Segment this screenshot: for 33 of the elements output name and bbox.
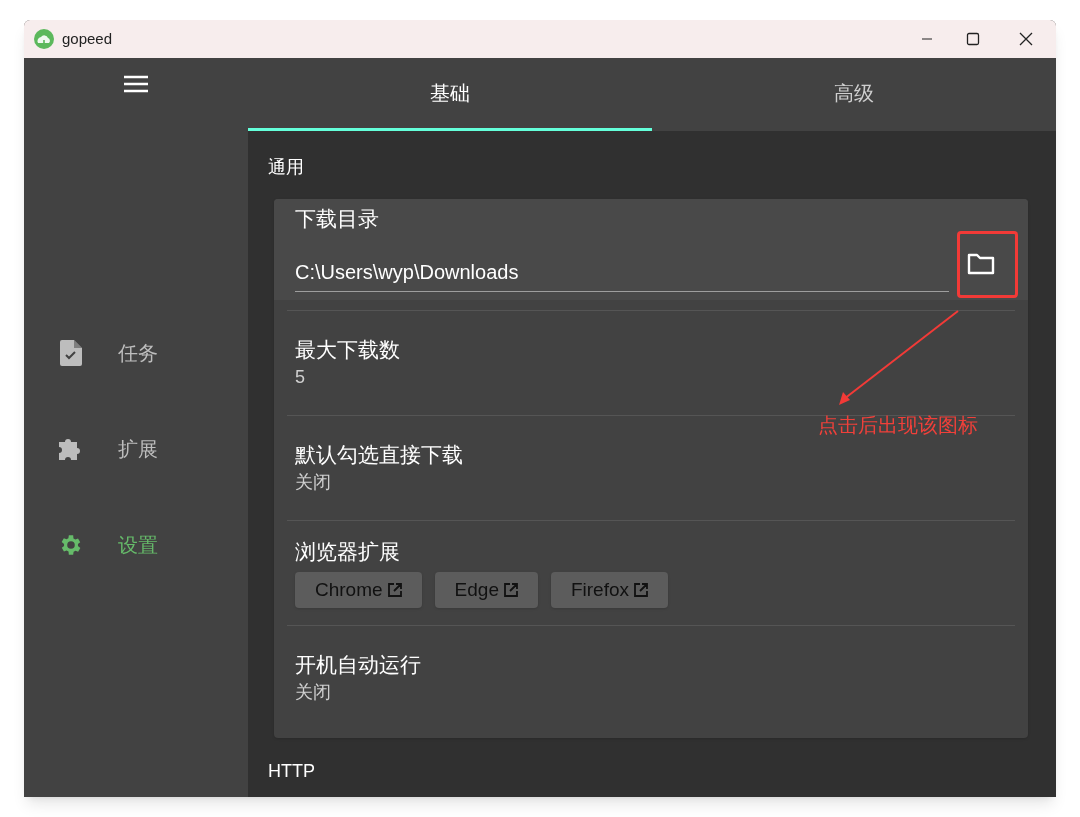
directory-value: C:\Users\wyp\Downloads: [295, 259, 519, 285]
setting-label: 默认勾选直接下载: [295, 441, 464, 468]
document-check-icon: [60, 340, 82, 366]
setting-value: 5: [295, 365, 306, 389]
browser-extension-button[interactable]: Chrome: [295, 572, 422, 608]
tab[interactable]: 高级: [652, 58, 1056, 131]
sidebar-item[interactable]: 扩展: [24, 426, 248, 472]
external-link-icon: [634, 583, 649, 597]
sidebar-item[interactable]: 设置: [24, 522, 248, 568]
annotation-text: 点击后出现该图标: [818, 413, 978, 438]
browser-extension-button[interactable]: Firefox: [550, 572, 669, 608]
window-title: gopeed: [62, 28, 113, 49]
folder-icon[interactable]: [967, 252, 995, 276]
tab[interactable]: 基础: [248, 58, 652, 131]
directory-input-field[interactable]: C:\Users\wyp\Downloads: [295, 252, 949, 292]
section-title: HTTP: [268, 760, 316, 783]
setting-label: 最大下载数: [295, 336, 401, 363]
menu-icon[interactable]: [123, 75, 149, 93]
setting-value: 关闭: [295, 680, 332, 704]
setting-label: 下载目录: [295, 206, 380, 232]
browser-extension-button[interactable]: Edge: [434, 572, 538, 608]
app-logo-icon: [34, 29, 54, 49]
setting-value: 关闭: [295, 470, 332, 494]
highlight-frame: [957, 231, 1018, 298]
maximize-icon[interactable]: [966, 32, 980, 46]
external-link-icon: [503, 583, 518, 597]
section-title: 通用: [268, 156, 305, 179]
minimize-icon[interactable]: [921, 38, 933, 40]
setting-label: 开机自动运行: [295, 651, 422, 678]
setting-label: 浏览器扩展: [295, 539, 401, 565]
close-icon[interactable]: [1019, 32, 1033, 46]
sidebar-item[interactable]: 任务: [24, 330, 248, 376]
external-link-icon: [387, 583, 402, 597]
